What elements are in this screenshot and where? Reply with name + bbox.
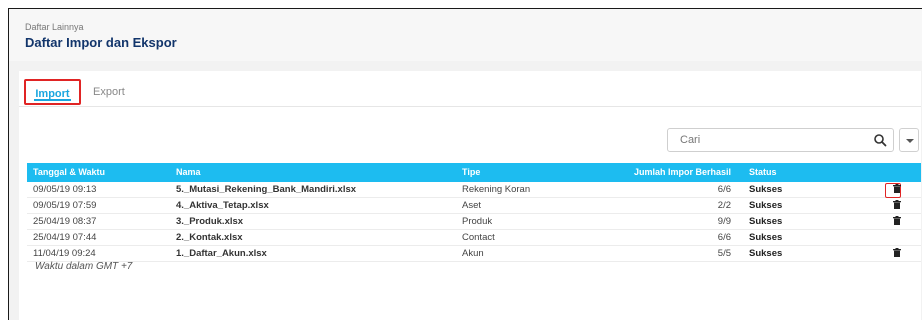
search-icon[interactable] [873,133,887,147]
timezone-note: Waktu dalam GMT +7 [35,261,133,272]
row-name: 5._Mutasi_Rekening_Bank_Mandiri.xlsx [176,184,357,195]
table-row: 09/05/19 09:13 5._Mutasi_Rekening_Bank_M… [27,182,921,198]
row-status: Sukses [749,216,783,227]
row-status: Sukses [749,184,783,195]
tab-bar: Import Export [19,71,921,107]
row-status: Sukses [749,248,783,259]
delete-button[interactable] [887,246,907,261]
page-header: Daftar Lainnya Daftar Impor dan Ekspor [9,9,922,61]
app-frame: Daftar Lainnya Daftar Impor dan Ekspor I… [8,8,922,320]
delete-button[interactable] [887,214,907,229]
trash-icon [893,215,901,225]
row-count: 9/9 [717,216,731,227]
column-header-name: Nama [176,167,201,177]
row-date: 09/05/19 07:59 [33,200,97,211]
row-count: 6/6 [717,184,731,195]
row-status: Sukses [749,232,783,243]
trash-icon [893,247,901,257]
table-row: 25/04/19 08:37 3._Produk.xlsx Produk 9/9… [27,214,921,230]
row-type: Rekening Koran [462,184,531,195]
tab-import[interactable]: Import [24,79,81,105]
filter-dropdown-button[interactable] [899,128,919,152]
page-title: Daftar Impor dan Ekspor [25,35,177,50]
page-subtitle: Daftar Lainnya [25,22,84,32]
column-header-date: Tanggal & Waktu [33,167,105,177]
import-table: Tanggal & Waktu Nama Tipe Jumlah Impor B… [27,163,921,262]
row-date: 09/05/19 09:13 [33,184,97,195]
row-count: 5/5 [717,248,731,259]
table-row: 09/05/19 07:59 4._Aktiva_Tetap.xlsx Aset… [27,198,921,214]
row-type: Produk [462,216,493,227]
row-name: 3._Produk.xlsx [176,216,244,227]
row-count: 6/6 [717,232,731,243]
table-row: 25/04/19 07:44 2._Kontak.xlsx Contact 6/… [27,230,921,246]
row-count: 2/2 [717,200,731,211]
table-row: 11/04/19 09:24 1._Daftar_Akun.xlsx Akun … [27,246,921,262]
trash-icon [893,199,901,209]
chevron-down-icon [906,139,914,143]
row-type: Aset [462,200,482,211]
tab-export[interactable]: Export [93,79,125,105]
column-header-status: Status [749,167,777,177]
column-header-type: Tipe [462,167,481,177]
delete-button[interactable] [887,182,907,197]
trash-icon [893,183,901,193]
row-type: Contact [462,232,495,243]
row-name: 4._Aktiva_Tetap.xlsx [176,200,269,211]
row-type: Akun [462,248,484,259]
row-name: 2._Kontak.xlsx [176,232,243,243]
row-date: 25/04/19 07:44 [33,232,97,243]
row-name: 1._Daftar_Akun.xlsx [176,248,267,259]
row-status: Sukses [749,200,783,211]
column-header-count: Jumlah Impor Berhasil [633,167,731,177]
delete-button[interactable] [887,198,907,213]
row-date: 25/04/19 08:37 [33,216,97,227]
search-input[interactable] [668,129,863,151]
import-export-card: Import Export Tanggal & Waktu Nama Tipe … [19,71,921,320]
row-date: 11/04/19 09:24 [33,248,96,259]
search-box [667,128,894,152]
table-header: Tanggal & Waktu Nama Tipe Jumlah Impor B… [27,163,921,182]
